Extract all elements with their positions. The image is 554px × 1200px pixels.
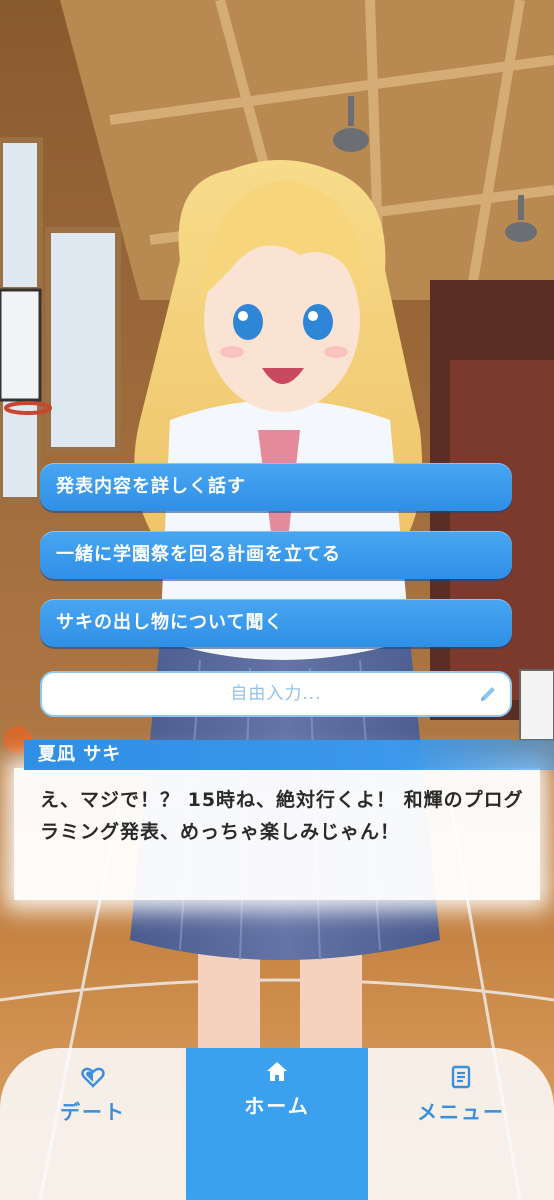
free-input-placeholder: 自由入力... <box>230 684 322 704</box>
choice-button-festival-plan[interactable]: 一緒に学園祭を回る計画を立てる <box>40 531 512 579</box>
nav-tab-date[interactable]: デート <box>0 1048 186 1200</box>
choice-button-ask-saki-show[interactable]: サキの出し物について聞く <box>40 599 512 647</box>
speaker-name: 夏凪 サキ <box>38 744 122 765</box>
dialog-message: え、マジで！？ 15時ね、絶対行くよ！ 和輝のプログラミング発表、めっちゃ楽しみ… <box>40 789 524 843</box>
home-icon <box>267 1062 287 1081</box>
nav-label-home: ホーム <box>244 1094 310 1118</box>
dialog-box[interactable]: 夏凪 サキ え、マジで！？ 15時ね、絶対行くよ！ 和輝のプログラミング発表、め… <box>0 740 554 908</box>
heart-icon <box>81 1067 105 1088</box>
nav-label-date: デート <box>60 1100 126 1124</box>
choice-button-detail-talk[interactable]: 発表内容を詳しく話す <box>40 463 512 511</box>
free-input-field[interactable]: 自由入力... <box>40 671 512 717</box>
nav-tab-home[interactable]: ホーム <box>186 1048 368 1200</box>
bottom-navigation: デート ホーム メニュー <box>0 1048 554 1200</box>
nav-label-menu: メニュー <box>417 1100 505 1124</box>
nav-tab-menu[interactable]: メニュー <box>368 1048 554 1200</box>
menu-list-icon <box>451 1065 471 1089</box>
pencil-icon <box>481 687 495 701</box>
